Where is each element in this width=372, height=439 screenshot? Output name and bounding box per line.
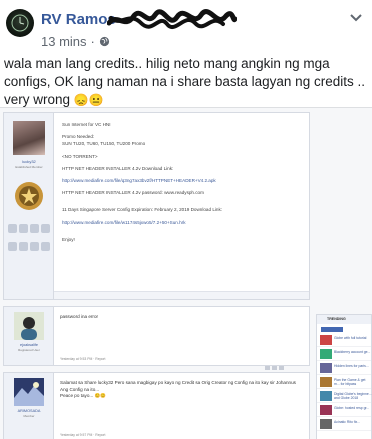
- trending-item-label: Blackberry account ge...: [334, 350, 371, 354]
- author-name-link[interactable]: RV Ramos: [41, 11, 116, 28]
- reply-username: ejoaksalife: [20, 343, 38, 347]
- trending-item-label: Globe with full tutorial: [334, 336, 367, 340]
- trending-item[interactable]: Hidden lines for paris...: [317, 361, 371, 375]
- trending-item[interactable]: Globe with full tutorial: [317, 333, 371, 347]
- trending-item[interactable]: Digital Globe's beginne... and Globe 201…: [317, 389, 372, 403]
- forum-reply: ARIMOSADA Member Salamat sa Share lucky3…: [3, 372, 310, 439]
- reply-body: password ina error: [60, 314, 99, 319]
- forum-post-body: Sun Internet for VC HNI Promo Needed: SUN …: [62, 121, 307, 243]
- forum-avatar: [13, 121, 45, 155]
- trending-item-label: Acinatic Rito fix...: [334, 420, 361, 424]
- reply-avatar: [14, 378, 44, 406]
- chevron-down-icon[interactable]: [350, 14, 362, 22]
- attached-image[interactable]: lucky32 Established Member Sun Internet …: [0, 107, 372, 439]
- trending-item-label: Plan the Game & get m... for bitpass: [334, 378, 366, 387]
- forum-post: lucky32 Established Member Sun Internet …: [3, 112, 310, 300]
- forum-stats: [7, 221, 51, 257]
- reply-footer: Yesterday at 9:53 PM · Report: [60, 357, 106, 361]
- forum-line: Sun Internet for VC HNI: [62, 122, 111, 127]
- forum-line: HTTP NET HEADER INSTALLER 4.2v Download …: [62, 165, 174, 171]
- trending-item[interactable]: Globe: hosted resp gr...: [317, 403, 371, 417]
- forum-username: lucky32: [22, 159, 36, 164]
- forum-line: HTTP NET HEADER INSTALLER 4.2v password:…: [62, 190, 204, 196]
- forum-line: <NO TORRENT>: [62, 153, 98, 159]
- post-message: wala man lang credits.. hilig neto mang …: [4, 55, 366, 109]
- post-header: RV Ramos 13 mins ·: [0, 0, 372, 52]
- forum-user-panel: lucky32 Established Member: [4, 113, 54, 299]
- forum-line: Promo Needed:: [62, 134, 95, 140]
- rank-badge-icon: [15, 182, 43, 210]
- forum-line: 11 Days Singapore Server Config Expirati…: [62, 207, 223, 213]
- trending-thumbnail: [320, 377, 332, 387]
- forum-reply: ejoaksalife Registered User password ina…: [3, 306, 310, 370]
- trending-thumbnail: [320, 335, 332, 345]
- forum-line: SUN TU20, TU60, TU150, TU200 Promo: [62, 141, 146, 147]
- trending-item-label: Hidden lines for paris...: [334, 364, 369, 368]
- reply-avatar: [14, 312, 44, 340]
- reply-user-panel: ARIMOSADA Member: [4, 373, 54, 439]
- meta-separator: ·: [90, 34, 95, 49]
- post-time-link[interactable]: 13 mins: [41, 34, 87, 49]
- post-meta: 13 mins ·: [41, 34, 110, 49]
- trending-widget: TRENDING Globe with full tutorial Blackbe…: [316, 314, 372, 439]
- post-message-text: very wrong: [4, 92, 71, 107]
- trending-tab: [321, 327, 343, 332]
- trending-title: TRENDING: [317, 315, 371, 324]
- trending-thumbnail: [320, 391, 332, 401]
- post-message-line: wala man lang credits.. hilig neto mang …: [4, 56, 330, 71]
- globe-icon[interactable]: [99, 36, 110, 47]
- trending-item[interactable]: Blackberry account ge...: [317, 347, 371, 361]
- reply-username: ARIMOSADA: [17, 409, 41, 413]
- reply-body: Salamat sa Share lucky32 Pero sana magbi…: [60, 380, 306, 400]
- author-avatar[interactable]: [6, 9, 34, 37]
- redaction-scribble: [107, 9, 237, 29]
- emoji-sad-icon: 😞😐: [73, 93, 104, 107]
- reply-rank: Member: [23, 414, 35, 418]
- forum-rank: Established Member: [15, 165, 43, 169]
- clock-avatar-icon: [11, 14, 29, 32]
- reply-body-line: Peace po tayo... 😊😊: [60, 393, 106, 398]
- trending-thumbnail: [320, 405, 332, 415]
- forum-download-link[interactable]: http://www.mediafire.com/file/w1174s5jxw…: [62, 219, 307, 226]
- reply-footer: Yesterday at 9:57 PM · Report: [60, 433, 106, 437]
- trending-item[interactable]: Acinatic Rito fix...: [317, 417, 371, 431]
- reply-actions: [263, 357, 303, 370]
- trending-thumbnail: [320, 363, 332, 373]
- forum-download-link[interactable]: http://www.mediafire.com/file/q3ng7ax3bv…: [62, 177, 307, 184]
- trending-item-label: Globe: hosted resp gr...: [334, 406, 370, 410]
- trending-list: Globe with full tutorial Blackberry accou…: [317, 333, 372, 431]
- post-message-line: configs, OK lang naman na i share basta …: [4, 74, 365, 89]
- forum-line: Enjoy!: [62, 236, 75, 242]
- trending-thumbnail: [320, 349, 332, 359]
- trending-item-label: Digital Globe's beginne... and Globe 201…: [334, 392, 372, 401]
- reply-actions: [263, 433, 303, 437]
- trending-item[interactable]: Plan the Game & get m... for bitpass: [317, 375, 371, 389]
- reply-body-line: Salamat sa Share lucky32 Pero sana magbi…: [60, 380, 296, 385]
- reply-user-panel: ejoaksalife Registered User: [4, 307, 54, 365]
- reply-rank: Registered User: [18, 348, 40, 352]
- forum-post-footer: [54, 291, 309, 299]
- trending-thumbnail: [320, 419, 332, 429]
